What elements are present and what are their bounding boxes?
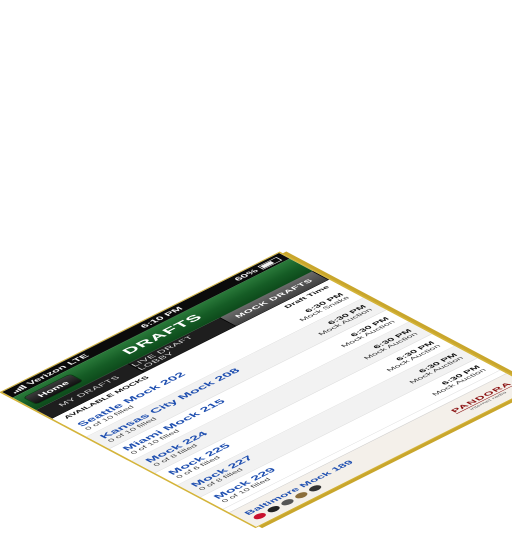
screenshot-stage: Verizon LTE 6:10 PM 60% Home DRAFTS MY D… — [0, 0, 512, 549]
mock-list: Seattle Mock 202 0 of 10 filled 6:30 PM … — [63, 285, 501, 510]
phone-screen: Verizon LTE 6:10 PM 60% Home DRAFTS MY D… — [2, 252, 512, 527]
